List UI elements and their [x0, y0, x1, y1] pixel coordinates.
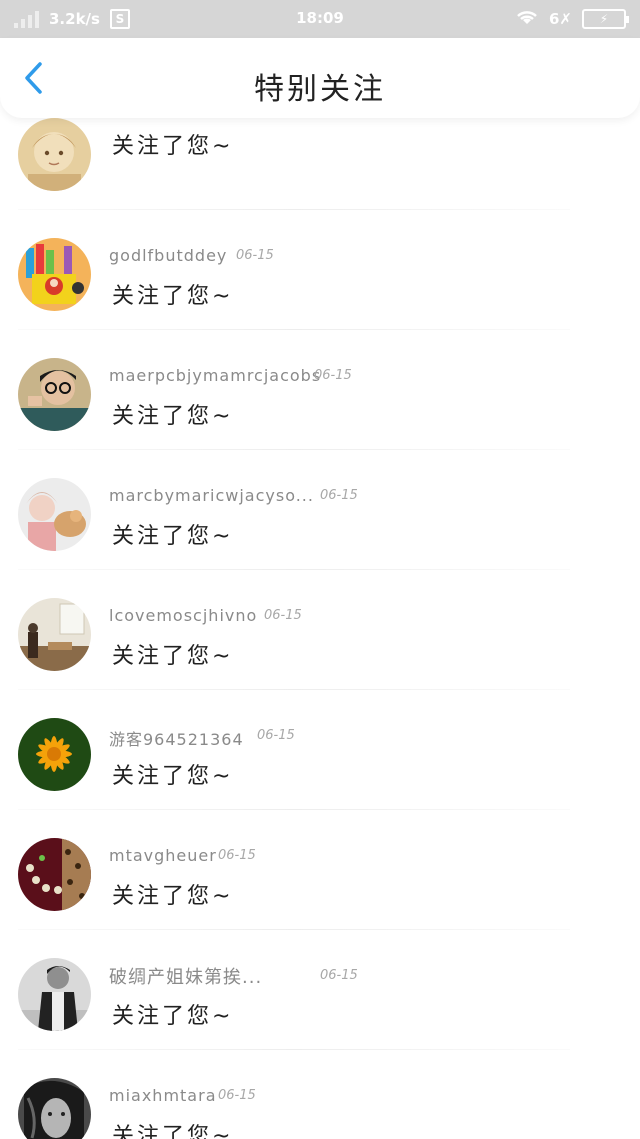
username: 游客964521364 [109, 730, 244, 749]
message: 关注了您~ [112, 404, 234, 429]
username: mtavgheuer [109, 846, 217, 865]
avatar[interactable] [18, 598, 91, 671]
username: miaxhmtara [109, 1086, 217, 1105]
timestamp: 06-15 [314, 368, 352, 383]
list-item[interactable]: miaxhmtara 06-15 关注了您~ [0, 1050, 640, 1139]
message: 关注了您~ [112, 884, 234, 909]
username: 破绸产姐妹第挨... [109, 967, 263, 988]
network-speed: 3.2k/s [49, 10, 100, 28]
timestamp: 06-15 [236, 248, 274, 263]
timestamp: 06-15 [218, 848, 256, 863]
notification-list: smagxortforfoufr 06-15 关注了您~ godlfbutdde [0, 90, 640, 1139]
message: 关注了您~ [112, 1124, 234, 1139]
header: 特别关注 [0, 38, 640, 118]
timestamp: 06-15 [320, 968, 358, 983]
avatar[interactable] [18, 238, 91, 311]
avatar[interactable] [18, 958, 91, 1031]
list-item[interactable]: godlfbutddey 06-15 关注了您~ [0, 210, 640, 330]
signal-icon [14, 10, 39, 28]
status-right: 6✗ ⚡ [515, 8, 629, 31]
screen: 3.2k/s S 18:09 6✗ ⚡ 特别关注 关注了您~ godlfbutd… [0, 0, 640, 1139]
timestamp: 06-15 [257, 728, 295, 743]
status-left: 3.2k/s S [14, 9, 130, 29]
wifi-icon [515, 8, 539, 31]
list-item[interactable]: 破绸产姐妹第挨... 06-15 关注了您~ [0, 930, 640, 1050]
signal-strength-label: 6✗ [548, 10, 572, 28]
list-item[interactable]: maerpcbjymamrcjacobs 06-15 关注了您~ [0, 330, 640, 450]
avatar[interactable] [18, 1078, 91, 1139]
page-title: 特别关注 [254, 72, 386, 107]
timestamp: 06-15 [218, 1088, 256, 1103]
message: 关注了您~ [112, 284, 234, 309]
username: godlfbutddey [109, 246, 228, 265]
message: 关注了您~ [112, 524, 234, 549]
username: marcbymaricwjacyso... [109, 486, 314, 505]
list-item[interactable]: marcbymaricwjacyso... 06-15 关注了您~ [0, 450, 640, 570]
avatar[interactable] [18, 718, 91, 791]
message: 关注了您~ [112, 1004, 234, 1029]
no-signal-icon: ✗ [559, 10, 572, 28]
username: lcovemoscjhivno [109, 606, 258, 625]
list-item[interactable]: mtavgheuer 06-15 关注了您~ [0, 810, 640, 930]
avatar[interactable] [18, 838, 91, 911]
battery-icon: ⚡ [582, 9, 629, 29]
timestamp: 06-15 [320, 488, 358, 503]
timestamp: 06-15 [264, 608, 302, 623]
message: 关注了您~ [112, 644, 234, 669]
message: 关注了您~ [112, 764, 234, 789]
avatar[interactable] [18, 478, 91, 551]
avatar[interactable] [18, 118, 91, 191]
sim-icon: S [109, 9, 130, 29]
list-item[interactable]: 游客964521364 06-15 关注了您~ [0, 690, 640, 810]
list-item[interactable]: lcovemoscjhivno 06-15 关注了您~ [0, 570, 640, 690]
username: maerpcbjymamrcjacobs [109, 366, 322, 385]
status-bar: 3.2k/s S 18:09 6✗ ⚡ [0, 0, 640, 38]
avatar[interactable] [18, 358, 91, 431]
message: 关注了您~ [112, 134, 234, 159]
